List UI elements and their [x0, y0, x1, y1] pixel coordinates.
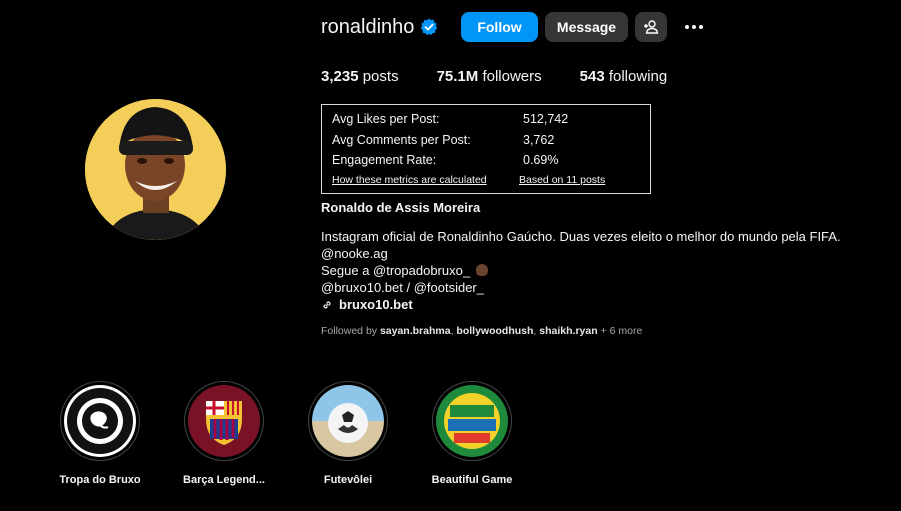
- bio-mention-tropadobruxo[interactable]: Segue a @tropadobruxo_: [321, 263, 474, 278]
- more-options-button[interactable]: [680, 12, 708, 42]
- highlight-ring: [432, 381, 512, 461]
- hand-emoji-icon: [475, 264, 488, 276]
- how-metrics-calculated-link[interactable]: How these metrics are calculated: [332, 174, 487, 186]
- profile-stats: 3,235 posts 75.1M followers 543 followin…: [321, 68, 705, 85]
- futevolei-ball-icon: [312, 385, 384, 457]
- external-link-text[interactable]: bruxo10.bet: [339, 296, 413, 313]
- based-on-posts-link[interactable]: Based on 11 posts: [519, 174, 605, 186]
- avg-comments-label: Avg Comments per Post:: [332, 133, 471, 147]
- link-icon: [323, 300, 331, 309]
- message-button[interactable]: Message: [545, 12, 628, 42]
- follow-button[interactable]: Follow: [461, 12, 538, 42]
- followed-more: + 6 more: [597, 325, 643, 337]
- bio-mentions-line[interactable]: @bruxo10.bet / @footsider_: [321, 279, 841, 296]
- engagement-rate-label: Engagement Rate:: [332, 153, 437, 167]
- follower-user-1[interactable]: sayan.brahma: [380, 325, 451, 337]
- bio-external-link[interactable]: bruxo10.bet: [321, 296, 841, 313]
- add-user-icon: [644, 20, 659, 34]
- highlight-beautiful-game[interactable]: Beautiful Game: [422, 381, 522, 486]
- followers-label: followers: [482, 68, 542, 85]
- avg-likes-value: 512,742: [523, 112, 569, 126]
- suggested-users-button[interactable]: [635, 12, 667, 42]
- highlight-ring: [184, 381, 264, 461]
- highlight-label: Barça Legend...: [183, 474, 265, 486]
- profile-header: ronaldinho: [321, 12, 438, 42]
- follower-user-3[interactable]: shaikh.ryan: [539, 325, 597, 337]
- engagement-rate-value: 0.69%: [523, 153, 559, 167]
- posts-stat[interactable]: 3,235 posts: [321, 68, 399, 85]
- highlight-ring: [60, 381, 140, 461]
- followers-stat[interactable]: 75.1M followers: [437, 68, 542, 85]
- highlight-tropa-do-bruxo[interactable]: Tropa do Bruxo: [50, 381, 150, 486]
- posts-count: 3,235: [321, 68, 359, 85]
- bio-mention-nooke[interactable]: @nooke.ag: [321, 245, 841, 262]
- full-name: Ronaldo de Assis Moreira: [321, 200, 481, 215]
- tropa-do-bruxo-logo-icon: [64, 385, 136, 457]
- avatar-image: [85, 99, 226, 240]
- bio-line: Instagram oficial de Ronaldinho Gaúcho. …: [321, 229, 841, 244]
- posts-label: posts: [362, 68, 399, 85]
- followed-by[interactable]: Followed by sayan.brahma, bollywoodhush,…: [321, 325, 642, 337]
- highlight-ring: [308, 381, 388, 461]
- barca-crest-icon: [188, 385, 260, 457]
- more-options-icon: [685, 25, 703, 29]
- profile-avatar[interactable]: [85, 99, 226, 240]
- profile-bio: Instagram oficial de Ronaldinho Gaúcho. …: [321, 228, 841, 313]
- followers-count: 75.1M: [436, 68, 479, 85]
- highlight-futevolei[interactable]: Futevôlei: [298, 381, 398, 486]
- engagement-metrics-box: Avg Likes per Post: 512,742 Avg Comments…: [321, 104, 651, 194]
- highlight-barca-legends[interactable]: Barça Legend...: [174, 381, 274, 486]
- followed-by-prefix: Followed by: [321, 325, 380, 337]
- following-stat[interactable]: 543 following: [580, 68, 668, 85]
- bio-follow-line: Segue a @tropadobruxo_: [321, 262, 841, 279]
- avg-comments-value: 3,762: [523, 133, 555, 147]
- following-count: 543: [579, 68, 605, 85]
- highlight-label: Tropa do Bruxo: [59, 474, 141, 486]
- beautiful-game-logo-icon: [436, 385, 508, 457]
- verified-badge-icon: [421, 18, 438, 36]
- highlight-label: Beautiful Game: [431, 474, 513, 486]
- follower-user-2[interactable]: bollywoodhush: [456, 325, 533, 337]
- highlight-label: Futevôlei: [323, 474, 373, 486]
- username: ronaldinho: [321, 15, 415, 38]
- following-label: following: [608, 68, 668, 85]
- avg-likes-label: Avg Likes per Post:: [332, 112, 440, 126]
